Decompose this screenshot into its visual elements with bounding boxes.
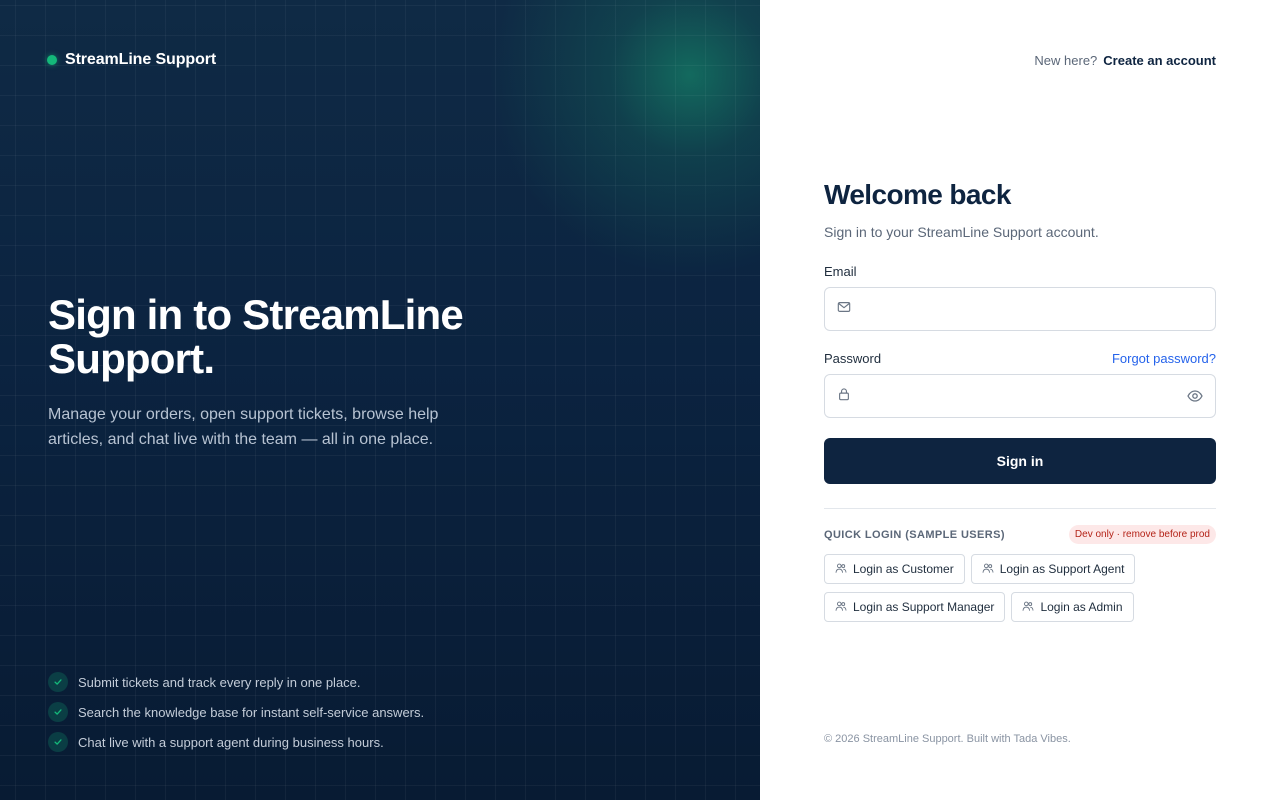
feature-list: Submit tickets and track every reply in … [48, 670, 424, 760]
new-here-text: New here? [1034, 53, 1098, 68]
password-field-wrapper [824, 374, 1216, 418]
users-icon [835, 600, 847, 615]
feature-item: Submit tickets and track every reply in … [48, 670, 424, 694]
form-title: Welcome back [824, 179, 1011, 210]
mail-icon [837, 300, 851, 319]
email-input[interactable] [861, 288, 1203, 330]
users-icon [1022, 600, 1034, 615]
lock-icon [837, 387, 851, 406]
check-icon [48, 672, 68, 692]
footer-copyright: © 2026 StreamLine Support. Built with Ta… [824, 733, 1071, 745]
brand-name: StreamLine Support [65, 51, 217, 68]
quick-login-button-label: Login as Customer [853, 562, 954, 576]
top-nav: New here? Create an account [1034, 53, 1216, 68]
divider [824, 508, 1216, 509]
dev-only-badge: Dev only · remove before prod [1068, 525, 1216, 544]
email-field-wrapper [824, 287, 1216, 331]
signin-form: Welcome back Sign in to your StreamLine … [824, 178, 1216, 622]
feature-text: Submit tickets and track every reply in … [78, 674, 361, 690]
password-label-row: Password Forgot password? [824, 351, 1216, 366]
login-as-support-manager-button[interactable]: Login as Support Manager [824, 592, 1006, 622]
login-as-customer-button[interactable]: Login as Customer [824, 554, 965, 584]
quick-login-button-label: Login as Support Agent [999, 562, 1125, 576]
forgot-password-link[interactable]: Forgot password? [1112, 351, 1216, 366]
show-password-eye-icon[interactable] [1187, 388, 1203, 404]
feature-item: Chat live with a support agent during bu… [48, 730, 424, 754]
password-input[interactable] [861, 375, 1187, 417]
feature-text: Search the knowledge base for instant se… [78, 704, 425, 720]
form-subtitle: Sign in to your StreamLine Support accou… [824, 224, 1099, 240]
hero-description: Manage your orders, open support tickets… [48, 406, 439, 448]
create-account-link[interactable]: Create an account [1103, 53, 1216, 68]
users-icon [982, 562, 994, 577]
quick-login-header: QUICK LOGIN (SAMPLE USERS) Dev only · re… [824, 525, 1216, 544]
login-as-admin-button[interactable]: Login as Admin [1011, 592, 1134, 622]
brand-dot-icon [47, 55, 57, 65]
quick-login-button-label: Login as Admin [1040, 600, 1123, 614]
quick-login-button-label: Login as Support Manager [853, 600, 995, 614]
users-icon [835, 562, 847, 577]
hero-panel: StreamLine Support Sign in to StreamLine… [0, 0, 760, 800]
email-label: Email [824, 264, 857, 279]
feature-item: Search the knowledge base for instant se… [48, 700, 424, 724]
check-icon [48, 702, 68, 722]
feature-text: Chat live with a support agent during bu… [78, 734, 384, 750]
hero-title: Sign in to StreamLine Support. [48, 291, 464, 382]
brand: StreamLine Support [47, 49, 216, 71]
quick-login-buttons: Login as Customer Login as Support Agent… [824, 554, 1216, 622]
password-label: Password [824, 351, 882, 366]
quick-login-label: QUICK LOGIN (SAMPLE USERS) [824, 528, 1005, 541]
signin-panel: New here? Create an account Welcome back… [760, 0, 1280, 800]
email-label-row: Email [824, 264, 1216, 279]
check-icon [48, 732, 68, 752]
signin-button[interactable]: Sign in [824, 438, 1216, 484]
login-as-support-agent-button[interactable]: Login as Support Agent [970, 554, 1136, 584]
